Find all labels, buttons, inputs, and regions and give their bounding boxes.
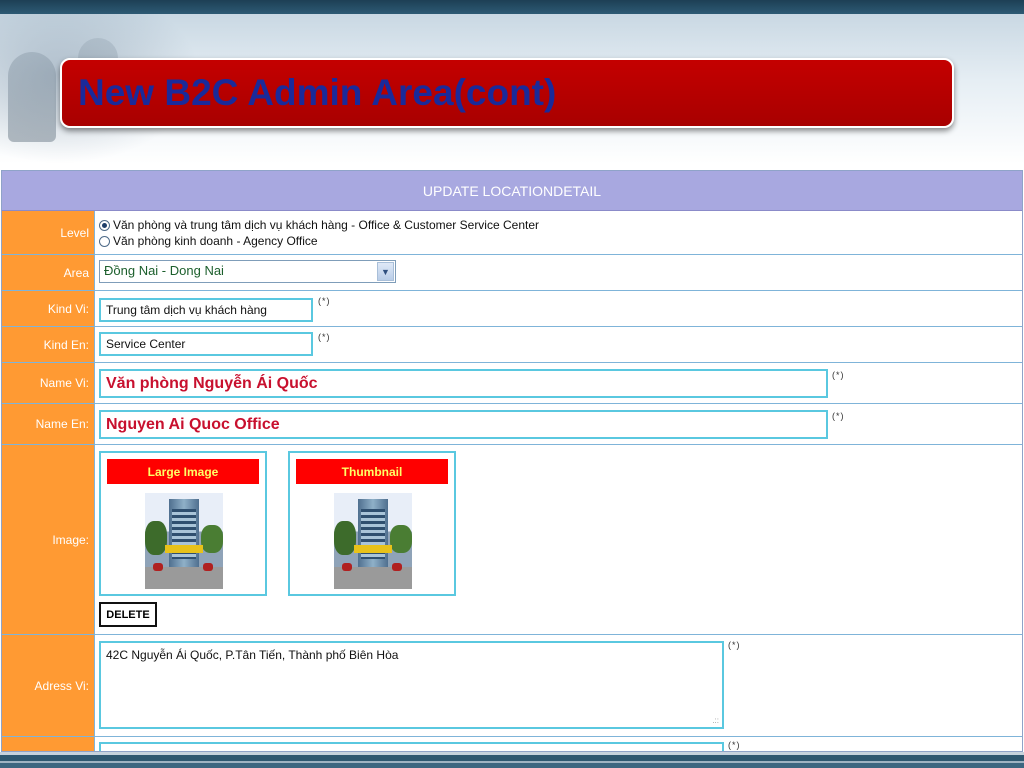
radio-unselected-icon[interactable] [99, 235, 110, 247]
level-option-agency[interactable]: Văn phòng kinh doanh - Agency Office [99, 234, 318, 248]
required-mark: (*) [832, 370, 845, 380]
adress-vi-value: 42C Nguyễn Ái Quốc, P.Tân Tiến, Thành ph… [106, 648, 399, 662]
label-image: Image: [2, 445, 95, 634]
label-level: Level [2, 211, 95, 254]
delete-image-button[interactable]: DELETE [99, 602, 157, 627]
row-kind-vi: Kind Vi: Trung tâm dịch vụ khách hàng (*… [2, 291, 1022, 327]
thumbnail-box: Thumbnail [288, 451, 456, 596]
level-option-label: Văn phòng và trung tâm dịch vụ khách hàn… [113, 218, 539, 232]
row-level: Level Văn phòng và trung tâm dịch vụ khá… [2, 211, 1022, 255]
required-mark: (*) [728, 640, 741, 650]
required-mark: (*) [318, 296, 331, 306]
required-mark: (*) [728, 740, 741, 750]
update-location-form: UPDATE LOCATIONDETAIL Level Văn phòng và… [1, 170, 1023, 752]
label-adress-en [2, 737, 95, 751]
area-select-value: Đồng Nai - Dong Nai [104, 263, 224, 278]
level-option-label: Văn phòng kinh doanh - Agency Office [113, 234, 318, 248]
header-photo-person [8, 52, 56, 142]
name-en-input[interactable]: Nguyen Ai Quoc Office [99, 410, 828, 439]
name-vi-value: Văn phòng Nguyễn Ái Quốc [106, 374, 318, 392]
label-area: Area [2, 255, 95, 290]
resize-grip-icon[interactable]: .:: [712, 716, 719, 725]
label-kind-vi: Kind Vi: [2, 291, 95, 326]
adress-en-textarea[interactable] [99, 742, 724, 751]
form-header: UPDATE LOCATIONDETAIL [2, 171, 1022, 211]
row-name-en: Name En: Nguyen Ai Quoc Office (*) [2, 404, 1022, 445]
chevron-down-icon[interactable]: ▼ [377, 262, 394, 281]
slide-title: New B2C Admin Area(cont) [78, 72, 557, 113]
row-name-vi: Name Vi: Văn phòng Nguyễn Ái Quốc (*) [2, 363, 1022, 404]
area-select[interactable]: Đồng Nai - Dong Nai ▼ [99, 260, 396, 283]
kind-vi-value: Trung tâm dịch vụ khách hàng [106, 303, 267, 317]
row-adress-en: (*) [2, 737, 1022, 751]
label-name-vi: Name Vi: [2, 363, 95, 403]
name-vi-input[interactable]: Văn phòng Nguyễn Ái Quốc [99, 369, 828, 398]
kind-en-value: Service Center [106, 337, 186, 351]
label-adress-vi: Adress Vi: [2, 635, 95, 736]
label-name-en: Name En: [2, 404, 95, 444]
slide-bottom-band [0, 752, 1024, 768]
row-area: Area Đồng Nai - Dong Nai ▼ [2, 255, 1022, 291]
kind-en-input[interactable]: Service Center [99, 332, 313, 356]
row-image: Image: Large Image Thumbnail DELETE [2, 445, 1022, 635]
level-option-office[interactable]: Văn phòng và trung tâm dịch vụ khách hàn… [99, 218, 539, 232]
row-kind-en: Kind En: Service Center (*) [2, 327, 1022, 363]
required-mark: (*) [318, 332, 331, 342]
thumbnail-photo[interactable] [334, 493, 412, 589]
row-adress-vi: Adress Vi: 42C Nguyễn Ái Quốc, P.Tân Tiế… [2, 635, 1022, 737]
label-kind-en: Kind En: [2, 327, 95, 362]
name-en-value: Nguyen Ai Quoc Office [106, 415, 280, 433]
large-image-title: Large Image [107, 459, 259, 484]
radio-selected-icon[interactable] [99, 219, 110, 231]
large-image-box: Large Image [99, 451, 267, 596]
kind-vi-input[interactable]: Trung tâm dịch vụ khách hàng [99, 298, 313, 322]
slide-title-box: New B2C Admin Area(cont) [60, 58, 954, 128]
slide-top-band [0, 0, 1024, 14]
large-image-photo[interactable] [145, 493, 223, 589]
thumbnail-title: Thumbnail [296, 459, 448, 484]
required-mark: (*) [832, 411, 845, 421]
adress-vi-textarea[interactable]: 42C Nguyễn Ái Quốc, P.Tân Tiến, Thành ph… [99, 641, 724, 729]
